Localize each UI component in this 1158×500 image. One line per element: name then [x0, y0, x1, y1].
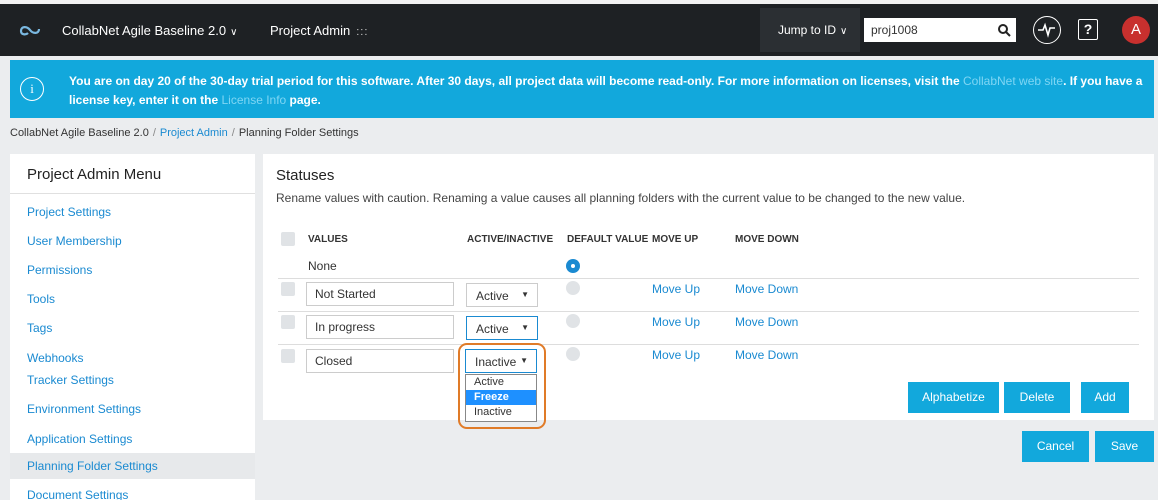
- move-down-link[interactable]: Move Down: [735, 348, 798, 362]
- trial-text-part: You are on day 20 of the 30-day trial pe…: [69, 74, 963, 88]
- sidebar-item-user-membership[interactable]: User Membership: [27, 234, 122, 248]
- license-info-link[interactable]: License Info: [222, 93, 287, 107]
- row-divider: [278, 344, 1139, 345]
- breadcrumb-current: Planning Folder Settings: [238, 127, 359, 139]
- project-admin-sidebar: Project Admin Menu Project Settings User…: [10, 154, 255, 500]
- jump-id-input[interactable]: [864, 18, 992, 42]
- row-divider: [278, 311, 1139, 312]
- top-navigation-bar: CollabNet Agile Baseline 2.0 ∨ Project Ad…: [0, 0, 1158, 56]
- save-button[interactable]: Save: [1095, 431, 1154, 462]
- statuses-description: Rename values with caution. Renaming a v…: [276, 191, 966, 205]
- sidebar-item-environment-settings[interactable]: Environment Settings: [27, 402, 141, 416]
- sidebar-item-document-settings[interactable]: Document Settings: [27, 488, 128, 500]
- search-icon[interactable]: [992, 18, 1016, 42]
- dropdown-option-active[interactable]: Active: [466, 375, 536, 390]
- select-value: Active: [476, 322, 509, 336]
- jump-to-id-button[interactable]: Jump to ID ∨: [760, 8, 860, 52]
- column-header-move-down: MOVE DOWN: [735, 234, 799, 245]
- active-inactive-select[interactable]: Active ▼: [466, 283, 538, 307]
- user-avatar[interactable]: A: [1122, 16, 1150, 44]
- status-value-input[interactable]: [306, 315, 454, 339]
- sidebar-item-webhooks[interactable]: Webhooks: [27, 351, 83, 365]
- project-admin-menu[interactable]: Project Admin:::: [270, 23, 368, 38]
- sidebar-item-tags[interactable]: Tags: [27, 321, 52, 335]
- alphabetize-button[interactable]: Alphabetize: [908, 382, 999, 413]
- default-value-radio[interactable]: [566, 281, 580, 295]
- active-inactive-select[interactable]: Active ▼: [466, 316, 538, 340]
- breadcrumb: CollabNet Agile Baseline 2.0/Project Adm…: [10, 127, 359, 139]
- info-icon: i: [20, 77, 44, 101]
- trial-banner: i You are on day 20 of the 30-day trial …: [10, 60, 1154, 118]
- column-header-move-up: MOVE UP: [652, 234, 699, 245]
- sidebar-item-project-settings[interactable]: Project Settings: [27, 205, 111, 219]
- app-title-dropdown[interactable]: CollabNet Agile Baseline 2.0 ∨: [62, 23, 237, 38]
- select-all-checkbox[interactable]: [281, 232, 295, 246]
- sidebar-item-tracker-settings[interactable]: Tracker Settings: [27, 373, 114, 387]
- trial-text-part: page.: [286, 93, 321, 107]
- caret-down-icon: ▼: [521, 290, 529, 299]
- row-checkbox[interactable]: [281, 349, 295, 363]
- default-value-radio[interactable]: [566, 347, 580, 361]
- default-value-radio[interactable]: [566, 314, 580, 328]
- trial-message: You are on day 20 of the 30-day trial pe…: [69, 72, 1149, 110]
- column-header-default-value: DEFAULT VALUE: [567, 234, 649, 245]
- section-title-text: Project Admin: [270, 23, 351, 38]
- help-icon[interactable]: ?: [1078, 19, 1098, 40]
- breadcrumb-home[interactable]: CollabNet Agile Baseline 2.0: [10, 127, 149, 139]
- chevron-down-icon: ∨: [840, 26, 848, 37]
- statuses-title: Statuses: [276, 167, 335, 184]
- dropdown-option-freeze[interactable]: Freeze: [466, 390, 536, 405]
- dropdown-option-inactive[interactable]: Inactive: [466, 405, 536, 420]
- grid-menu-icon: :::: [356, 26, 369, 38]
- default-value-radio[interactable]: [566, 259, 580, 273]
- breadcrumb-project-admin[interactable]: Project Admin: [160, 127, 228, 139]
- column-header-active-inactive: ACTIVE/INACTIVE: [467, 234, 554, 245]
- column-header-values: VALUES: [308, 234, 348, 245]
- breadcrumb-separator: /: [152, 127, 156, 139]
- move-up-link[interactable]: Move Up: [652, 315, 700, 329]
- sidebar-item-tools[interactable]: Tools: [27, 292, 55, 306]
- sidebar-item-planning-folder-settings[interactable]: Planning Folder Settings: [10, 453, 255, 479]
- move-up-link[interactable]: Move Up: [652, 348, 700, 362]
- move-down-link[interactable]: Move Down: [735, 315, 798, 329]
- breadcrumb-separator: /: [231, 127, 235, 139]
- chevron-down-icon: ∨: [230, 27, 238, 38]
- status-value-input[interactable]: [306, 349, 454, 373]
- collabnet-logo-icon[interactable]: [18, 22, 42, 38]
- app-title-text: CollabNet Agile Baseline 2.0: [62, 23, 227, 38]
- select-value: Active: [476, 289, 509, 303]
- row-checkbox[interactable]: [281, 282, 295, 296]
- status-value-none: None: [308, 259, 337, 273]
- sidebar-title: Project Admin Menu: [10, 154, 255, 194]
- active-inactive-dropdown-list[interactable]: Active Freeze Inactive: [465, 374, 537, 422]
- row-divider: [278, 278, 1139, 279]
- collabnet-website-link[interactable]: CollabNet web site: [963, 74, 1063, 88]
- delete-button[interactable]: Delete: [1004, 382, 1070, 413]
- sidebar-item-permissions[interactable]: Permissions: [27, 263, 92, 277]
- activity-pulse-icon[interactable]: [1033, 16, 1061, 44]
- jump-to-id-label: Jump to ID: [778, 23, 837, 37]
- move-down-link[interactable]: Move Down: [735, 282, 798, 296]
- move-up-link[interactable]: Move Up: [652, 282, 700, 296]
- add-button[interactable]: Add: [1081, 382, 1129, 413]
- status-value-input[interactable]: [306, 282, 454, 306]
- cancel-button[interactable]: Cancel: [1022, 431, 1089, 462]
- row-checkbox[interactable]: [281, 315, 295, 329]
- caret-down-icon: ▼: [521, 323, 529, 332]
- statuses-panel: Statuses Rename values with caution. Ren…: [263, 154, 1154, 420]
- sidebar-item-application-settings[interactable]: Application Settings: [27, 432, 132, 446]
